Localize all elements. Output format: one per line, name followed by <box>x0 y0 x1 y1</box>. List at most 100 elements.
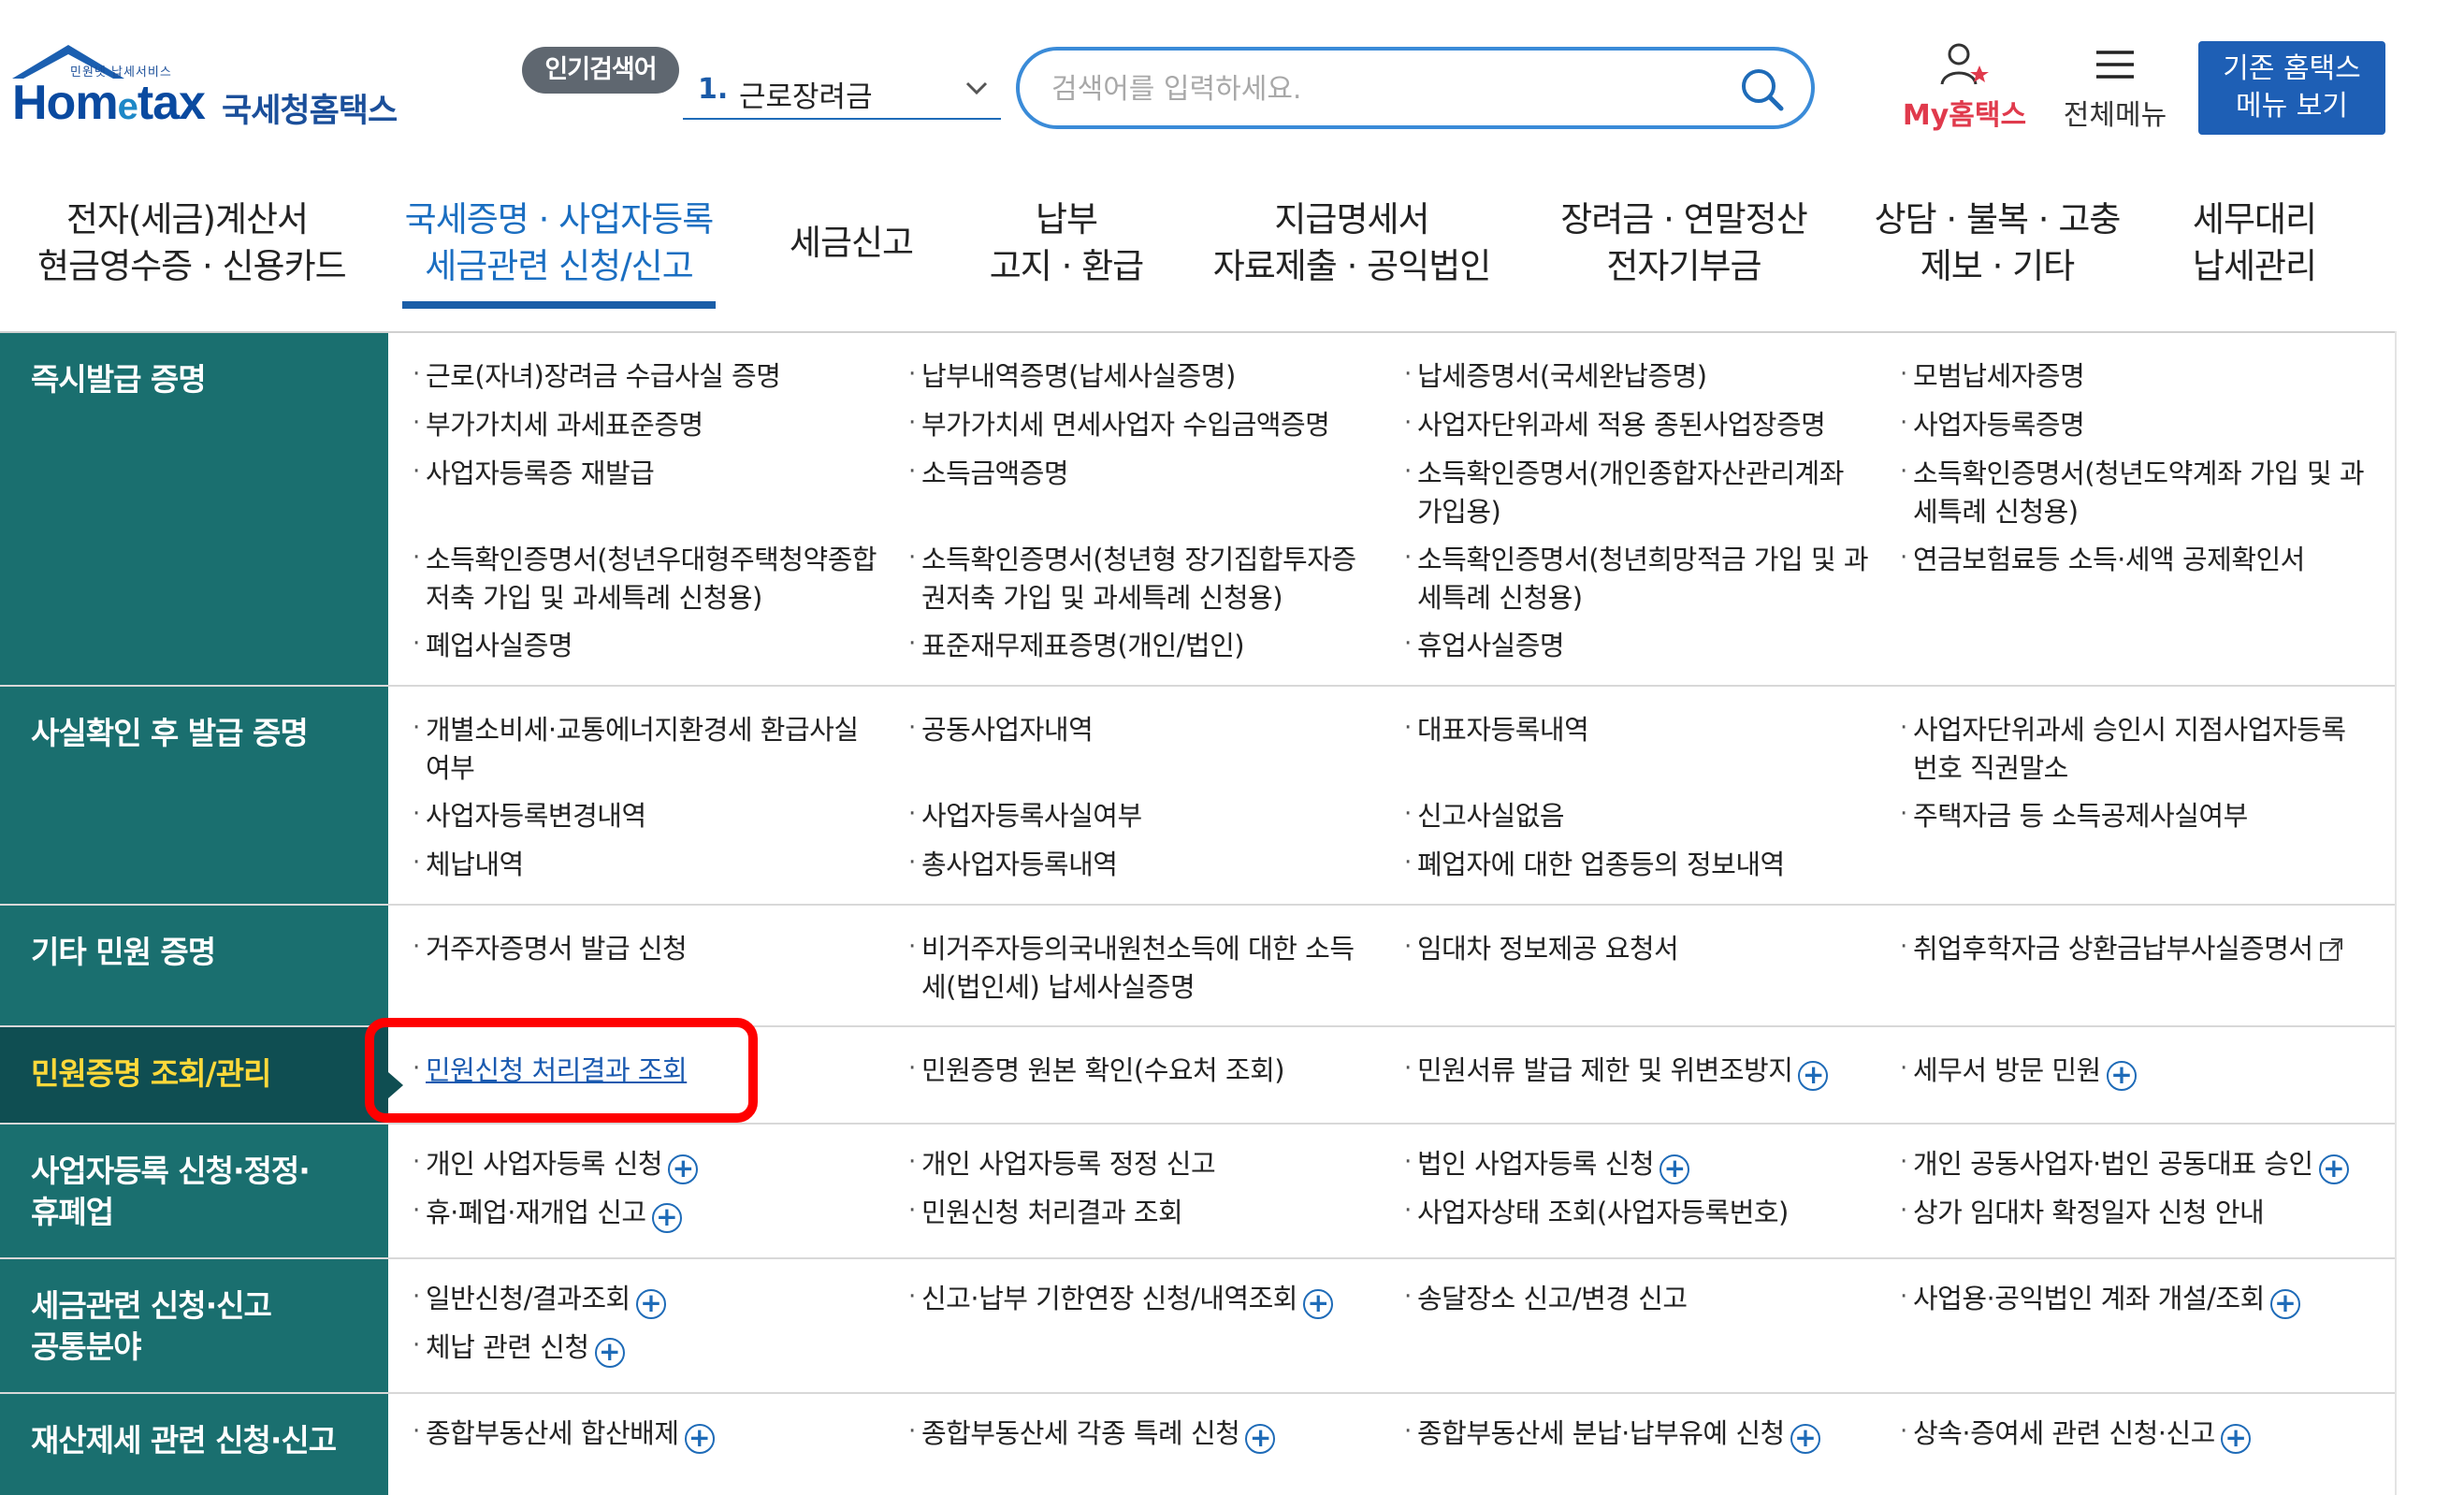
menu-item[interactable]: 사업자등록증명 <box>1900 404 2085 444</box>
popular-search-select[interactable]: 1. 근로장려금 <box>683 65 1001 120</box>
expand-plus-icon[interactable]: + <box>635 1289 666 1319</box>
my-hometax-button[interactable]: My홈택스 <box>1899 41 2030 135</box>
old-hometax-menu-button[interactable]: 기존 홈택스 메뉴 보기 <box>2198 41 2385 135</box>
menu-item[interactable]: 법인 사업자등록 신청+ <box>1404 1143 1690 1184</box>
expand-plus-icon[interactable]: + <box>2318 1154 2349 1184</box>
menu-item[interactable]: 신고·납부 기한연장 신청/내역조회+ <box>908 1278 1333 1319</box>
category-instant-certificate[interactable]: 즉시발급 증명 <box>0 333 388 685</box>
menu-item[interactable]: 일반신청/결과조회+ <box>413 1278 666 1319</box>
menu-item[interactable]: 모범납세자증명 <box>1900 356 2085 396</box>
submenu-row-property-tax: 재산제세 관련 신청·신고 종합부동산세 합산배제+ 종합부동산세 각종 특례 … <box>0 1394 2395 1495</box>
menu-item[interactable]: 임대차 정보제공 요청서 <box>1404 928 1679 968</box>
gnb-label-line2: 세금관련 신청/신고 <box>425 246 694 286</box>
menu-item-application-result-inquiry[interactable]: 민원신청 처리결과 조회 <box>413 1050 688 1090</box>
category-inquiry-management[interactable]: 민원증명 조회/관리 <box>0 1027 403 1123</box>
menu-item[interactable]: 사업자등록변경내역 <box>413 795 646 835</box>
gnb-certificate-registration[interactable]: 국세증명 · 사업자등록 세금관련 신청/신고 <box>398 196 720 290</box>
menu-item-label: 세무서 방문 민원 <box>1913 1054 2101 1086</box>
gnb-label-line2: 현금영수증 · 신용카드 <box>37 246 347 286</box>
menu-item[interactable]: 연금보험료등 소득·세액 공제확인서 <box>1900 539 2305 579</box>
menu-item[interactable]: 체납내역 <box>413 844 524 884</box>
menu-item[interactable]: 취업후학자금 상환금납부사실증명서 <box>1900 928 2343 968</box>
gnb-payment-statement[interactable]: 지급명세서 자료제출 · 공익법인 <box>1211 196 1492 290</box>
menu-item[interactable]: 개인 공동사업자·법인 공동대표 승인+ <box>1900 1143 2349 1184</box>
expand-plus-icon[interactable]: + <box>594 1338 625 1368</box>
expand-plus-icon[interactable]: + <box>1245 1424 1276 1454</box>
gnb-tax-agent[interactable]: 세무대리 납세관리 <box>2170 196 2339 290</box>
menu-item[interactable]: 폐업사실증명 <box>413 625 573 665</box>
expand-plus-icon[interactable]: + <box>2220 1424 2251 1454</box>
all-menu-button[interactable]: 전체메뉴 <box>2054 41 2176 135</box>
menu-item[interactable]: 비거주자등의국내원천소득에 대한 소득 세(법인세) 납세사실증명 <box>908 928 1355 1007</box>
menu-item[interactable]: 사업자단위과세 승인시 지점사업자등록 번호 직권말소 <box>1900 709 2346 788</box>
menu-item[interactable]: 상가 임대차 확정일자 신청 안내 <box>1900 1192 2265 1232</box>
menu-item[interactable]: 납부내역증명(납세사실증명) <box>908 356 1236 396</box>
menu-item[interactable]: 종합부동산세 합산배제+ <box>413 1413 715 1454</box>
menu-item-line2: 가입용) <box>1417 496 1501 528</box>
menu-item[interactable]: 개별소비세·교통에너지환경세 환급사실 여부 <box>413 709 859 788</box>
expand-plus-icon[interactable]: + <box>1790 1424 1820 1454</box>
menu-item[interactable]: 사업자등록증 재발급 <box>413 453 655 493</box>
menu-item[interactable]: 공동사업자내역 <box>908 709 1094 749</box>
menu-item[interactable]: 부가가치세 과세표준증명 <box>413 404 703 444</box>
expand-plus-icon[interactable]: + <box>651 1203 682 1233</box>
menu-item[interactable]: 체납 관련 신청+ <box>413 1327 625 1368</box>
gnb-consultation[interactable]: 상담 · 불복 · 고충 제보 · 기타 <box>1871 196 2123 290</box>
menu-item[interactable]: 소득확인증명서(청년우대형주택청약종합 저축 가입 및 과세특례 신청용) <box>413 539 877 617</box>
menu-item[interactable]: 개인 사업자등록 정정 신고 <box>908 1143 1216 1183</box>
expand-plus-icon[interactable]: + <box>1660 1154 1690 1184</box>
expand-plus-icon[interactable]: + <box>684 1424 715 1454</box>
search-input[interactable] <box>1051 67 1706 110</box>
menu-item[interactable]: 민원서류 발급 제한 및 위변조방지+ <box>1404 1050 1829 1091</box>
gnb-label-line1: 전자(세금)계산서 <box>65 199 309 239</box>
menu-item[interactable]: 근로(자녀)장려금 수급사실 증명 <box>413 356 781 396</box>
menu-item[interactable]: 사업자상태 조회(사업자등록번호) <box>1404 1192 1789 1232</box>
hometax-logo[interactable]: 민원넷 납세서비스 Hometax 국세청홈택스 <box>5 41 407 130</box>
menu-item[interactable]: 민원신청 처리결과 조회 <box>908 1192 1183 1232</box>
gnb-payment[interactable]: 납부 고지 · 환급 <box>978 196 1155 290</box>
menu-item-line2: 저축 가입 및 과세특례 신청용) <box>426 582 762 614</box>
expand-plus-icon[interactable]: + <box>1302 1289 1333 1319</box>
gnb-e-invoice[interactable]: 전자(세금)계산서 현금영수증 · 신용카드 <box>37 196 347 290</box>
menu-item[interactable]: 사업자단위과세 적용 종된사업장증명 <box>1404 404 1826 444</box>
menu-item[interactable]: 상속·증여세 관련 신청·신고+ <box>1900 1413 2251 1454</box>
menu-item[interactable]: 종합부동산세 각종 특례 신청+ <box>908 1413 1276 1454</box>
menu-item[interactable]: 폐업자에 대한 업종등의 정보내역 <box>1404 844 1785 884</box>
category-verified-certificate[interactable]: 사실확인 후 발급 증명 <box>0 687 388 904</box>
menu-item[interactable]: 거주자증명서 발급 신청 <box>413 928 688 968</box>
menu-item[interactable]: 표준재무제표증명(개인/법인) <box>908 625 1245 665</box>
menu-item[interactable]: 소득확인증명서(청년형 장기집합투자증 권저축 가입 및 과세특례 신청용) <box>908 539 1356 617</box>
expand-plus-icon[interactable]: + <box>2269 1289 2300 1319</box>
menu-item[interactable]: 소득확인증명서(청년도약계좌 가입 및 과 세특례 신청용) <box>1900 453 2365 531</box>
category-business-registration[interactable]: 사업자등록 신청·정정· 휴폐업 <box>0 1125 388 1257</box>
menu-item[interactable]: 소득확인증명서(개인종합자산관리계좌 가입용) <box>1404 453 1844 531</box>
menu-item[interactable]: 납세증명서(국세완납증명) <box>1404 356 1707 396</box>
menu-item[interactable]: 사업용·공익법인 계좌 개설/조회+ <box>1900 1278 2300 1319</box>
expand-plus-icon[interactable]: + <box>1798 1061 1829 1091</box>
gnb-incentive-yearend[interactable]: 장려금 · 연말정산 전자기부금 <box>1553 196 1815 290</box>
expand-plus-icon[interactable]: + <box>668 1154 699 1184</box>
menu-item[interactable]: 부가가치세 면세사업자 수입금액증명 <box>908 404 1330 444</box>
menu-item[interactable]: 송달장소 신고/변경 신고 <box>1404 1278 1688 1318</box>
menu-item[interactable]: 대표자등록내역 <box>1404 709 1589 749</box>
menu-item[interactable]: 주택자금 등 소득공제사실여부 <box>1900 795 2248 835</box>
menu-item[interactable]: 세무서 방문 민원+ <box>1900 1050 2137 1091</box>
menu-item-line1: 사업자단위과세 승인시 지점사업자등록 <box>1913 714 2346 746</box>
menu-item[interactable]: 휴·폐업·재개업 신고+ <box>413 1192 682 1233</box>
menu-item[interactable]: 민원증명 원본 확인(수요처 조회) <box>908 1050 1285 1090</box>
submenu-panel: 즉시발급 증명 근로(자녀)장려금 수급사실 증명 부가가치세 과세표준증명 사… <box>0 331 2395 1495</box>
menu-item[interactable]: 소득확인증명서(청년희망적금 가입 및 과 세특례 신청용) <box>1404 539 1869 617</box>
gnb-tax-return[interactable]: 세금신고 <box>767 220 935 267</box>
expand-plus-icon[interactable]: + <box>2106 1061 2137 1091</box>
menu-item[interactable]: 신고사실없음 <box>1404 795 1565 835</box>
menu-item[interactable]: 소득금액증명 <box>908 453 1069 493</box>
menu-item[interactable]: 총사업자등록내역 <box>908 844 1118 884</box>
menu-item[interactable]: 종합부동산세 분납·납부유예 신청+ <box>1404 1413 1820 1454</box>
category-property-tax[interactable]: 재산제세 관련 신청·신고 <box>0 1394 388 1495</box>
search-icon[interactable] <box>1736 64 1787 114</box>
menu-item[interactable]: 휴업사실증명 <box>1404 625 1565 665</box>
category-tax-application-common[interactable]: 세금관련 신청·신고 공통분야 <box>0 1259 388 1392</box>
menu-item[interactable]: 사업자등록사실여부 <box>908 795 1142 835</box>
menu-item[interactable]: 개인 사업자등록 신청+ <box>413 1143 699 1184</box>
category-other-certificate[interactable]: 기타 민원 증명 <box>0 906 388 1025</box>
